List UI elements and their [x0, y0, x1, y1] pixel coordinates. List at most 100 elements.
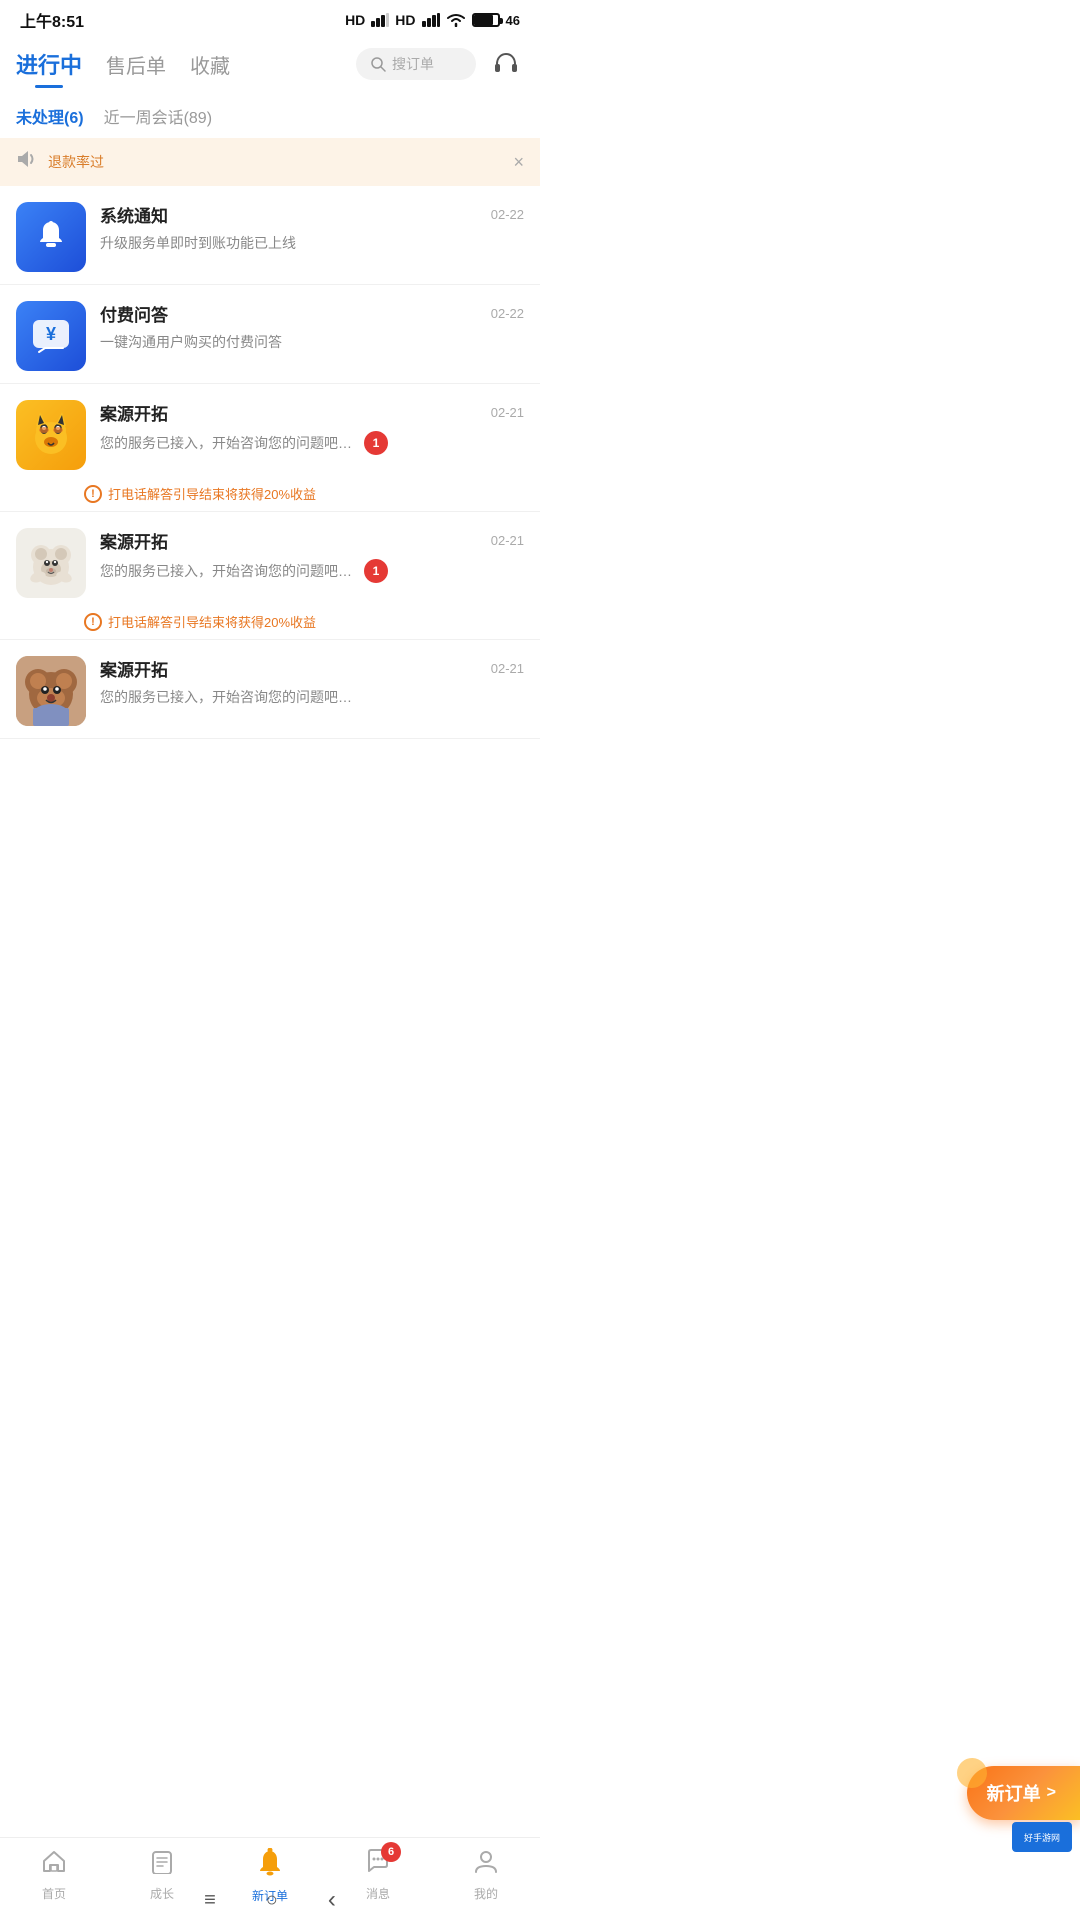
bottom-nav: 首页 成长 新订单 [0, 1837, 540, 1920]
nav-item-message[interactable]: 6 消息 [348, 1848, 408, 1904]
notice-banner: 退款率过 × [0, 138, 540, 186]
warning-row-case1: ! 打电话解答引导结束将获得20%收益 [0, 478, 540, 511]
order-top-row-case1: 案源开拓 02-21 [100, 400, 524, 425]
order-desc-system: 升级服务单即时到账功能已上线 [100, 233, 524, 253]
order-list: 系统通知 02-22 升级服务单即时到账功能已上线 ¥ 付费问答 02-22 一… [0, 186, 540, 859]
order-desc-case2: 您的服务已接入，开始咨询您的问题吧。【注… 1 [100, 559, 524, 583]
new-order-label: 新订单 [987, 1780, 1041, 1806]
signal2-icon: HD [395, 12, 415, 28]
badge-case2: 1 [364, 559, 388, 583]
order-avatar-case2 [16, 528, 86, 598]
message-badge: 6 [381, 1842, 401, 1862]
bell-fill-icon [256, 1848, 284, 1883]
nav-item-mine[interactable]: 我的 [456, 1848, 516, 1904]
order-desc-text-system: 升级服务单即时到账功能已上线 [100, 233, 360, 253]
header: 进行中 售后单 收藏 搜订单 [0, 38, 540, 90]
signal-bars-icon [371, 13, 389, 27]
nav-label-new-order: 新订单 [252, 1887, 288, 1904]
order-title-system: 系统通知 [100, 202, 168, 227]
tab-aftersale[interactable]: 售后单 [106, 50, 166, 87]
headset-icon[interactable] [488, 46, 524, 82]
notice-text: 退款率过 [48, 152, 503, 172]
battery-icon [472, 13, 500, 27]
tab-group: 进行中 售后单 收藏 [16, 48, 356, 88]
notice-close-button[interactable]: × [513, 152, 524, 173]
order-content-paid-qa: 付费问答 02-22 一键沟通用户购买的付费问答 [100, 301, 524, 352]
order-desc-case1: 您的服务已接入，开始咨询您的问题吧。【注… 1 [100, 431, 524, 455]
order-desc-text-case2: 您的服务已接入，开始咨询您的问题吧。【注… [100, 561, 360, 581]
warning-text-case1: 打电话解答引导结束将获得20%收益 [108, 484, 316, 503]
order-desc-text-case3: 您的服务已接入，开始咨询您的问题吧。【注意：… [100, 687, 360, 707]
order-desc-text-case1: 您的服务已接入，开始咨询您的问题吧。【注… [100, 433, 360, 453]
new-order-float-button[interactable]: 新订单 > [967, 1766, 1080, 1820]
order-date-case3: 02-21 [491, 661, 524, 676]
wifi-icon [446, 13, 466, 27]
order-top-row-case2: 案源开拓 02-21 [100, 528, 524, 553]
order-title-case2: 案源开拓 [100, 528, 168, 553]
sub-tab-unprocessed[interactable]: 未处理(6) [16, 104, 84, 128]
badge-case1: 1 [364, 431, 388, 455]
order-date-case1: 02-21 [491, 405, 524, 420]
order-desc-case3: 您的服务已接入，开始咨询您的问题吧。【注意：… [100, 687, 524, 707]
status-time: 上午8:51 [20, 8, 84, 32]
growth-icon [149, 1848, 175, 1881]
order-content-case2: 案源开拓 02-21 您的服务已接入，开始咨询您的问题吧。【注… 1 [100, 528, 524, 583]
warning-text-case2: 打电话解答引导结束将获得20%收益 [108, 612, 316, 631]
tab-ongoing[interactable]: 进行中 [16, 48, 82, 88]
order-desc-text-paid: 一键沟通用户购买的付费问答 [100, 332, 360, 352]
nav-label-message: 消息 [366, 1885, 390, 1902]
status-bar: 上午8:51 HD HD 46 [0, 0, 540, 38]
search-box[interactable]: 搜订单 [356, 48, 476, 80]
order-top-row-case3: 案源开拓 02-21 [100, 656, 524, 681]
svg-text:¥: ¥ [46, 324, 56, 344]
order-avatar-case1 [16, 400, 86, 470]
order-date-paid-qa: 02-22 [491, 306, 524, 321]
order-top-row-paid: 付费问答 02-22 [100, 301, 524, 326]
search-icon [370, 56, 386, 72]
order-wrapper-case2: 案源开拓 02-21 您的服务已接入，开始咨询您的问题吧。【注… 1 ! 打电话… [0, 512, 540, 640]
battery-percent: 46 [506, 13, 520, 28]
order-wrapper-case1: 案源开拓 02-21 您的服务已接入，开始咨询您的问题吧。【注… 1 ! 打电话… [0, 384, 540, 512]
order-desc-paid-qa: 一键沟通用户购买的付费问答 [100, 332, 524, 352]
order-title-paid-qa: 付费问答 [100, 301, 168, 326]
speaker-icon [16, 150, 38, 174]
nav-item-growth[interactable]: 成长 [132, 1848, 192, 1904]
order-item-system[interactable]: 系统通知 02-22 升级服务单即时到账功能已上线 [0, 186, 540, 285]
nav-label-home: 首页 [42, 1885, 66, 1902]
order-content-case1: 案源开拓 02-21 您的服务已接入，开始咨询您的问题吧。【注… 1 [100, 400, 524, 455]
order-item-case3[interactable]: 案源开拓 02-21 您的服务已接入，开始咨询您的问题吧。【注意：… [0, 640, 540, 739]
nav-label-growth: 成长 [150, 1885, 174, 1902]
search-placeholder-text: 搜订单 [392, 54, 434, 74]
order-title-case1: 案源开拓 [100, 400, 168, 425]
battery-fill [474, 15, 493, 25]
home-icon [41, 1848, 67, 1881]
order-item-paid-qa[interactable]: ¥ 付费问答 02-22 一键沟通用户购买的付费问答 [0, 285, 540, 384]
signal2-bars-icon [422, 13, 440, 27]
nav-item-home[interactable]: 首页 [24, 1848, 84, 1904]
sub-tab-weekly[interactable]: 近一周会话(89) [104, 104, 212, 128]
order-content-case3: 案源开拓 02-21 您的服务已接入，开始咨询您的问题吧。【注意：… [100, 656, 524, 707]
order-title-case3: 案源开拓 [100, 656, 168, 681]
order-avatar-system [16, 202, 86, 272]
watermark: 好手游网 [1012, 1822, 1072, 1852]
order-date-system: 02-22 [491, 207, 524, 222]
signal-icon: HD [345, 12, 365, 28]
order-avatar-case3 [16, 656, 86, 726]
tab-favorites[interactable]: 收藏 [190, 50, 230, 87]
header-actions: 搜订单 [356, 46, 524, 90]
status-icons: HD HD 46 [345, 12, 520, 28]
warning-icon-case1: ! [84, 485, 102, 503]
order-item-case1[interactable]: 案源开拓 02-21 您的服务已接入，开始咨询您的问题吧。【注… 1 [0, 384, 540, 478]
order-item-case2[interactable]: 案源开拓 02-21 您的服务已接入，开始咨询您的问题吧。【注… 1 [0, 512, 540, 606]
person-icon [473, 1848, 499, 1881]
nav-label-mine: 我的 [474, 1885, 498, 1902]
new-order-arrow: > [1047, 1784, 1056, 1802]
warning-row-case2: ! 打电话解答引导结束将获得20%收益 [0, 606, 540, 639]
order-avatar-paid-qa: ¥ [16, 301, 86, 371]
order-content-system: 系统通知 02-22 升级服务单即时到账功能已上线 [100, 202, 524, 253]
order-top-row: 系统通知 02-22 [100, 202, 524, 227]
nav-item-new-order[interactable]: 新订单 [240, 1848, 300, 1904]
order-date-case2: 02-21 [491, 533, 524, 548]
warning-icon-case2: ! [84, 613, 102, 631]
sub-tabs: 未处理(6) 近一周会话(89) [0, 90, 540, 138]
